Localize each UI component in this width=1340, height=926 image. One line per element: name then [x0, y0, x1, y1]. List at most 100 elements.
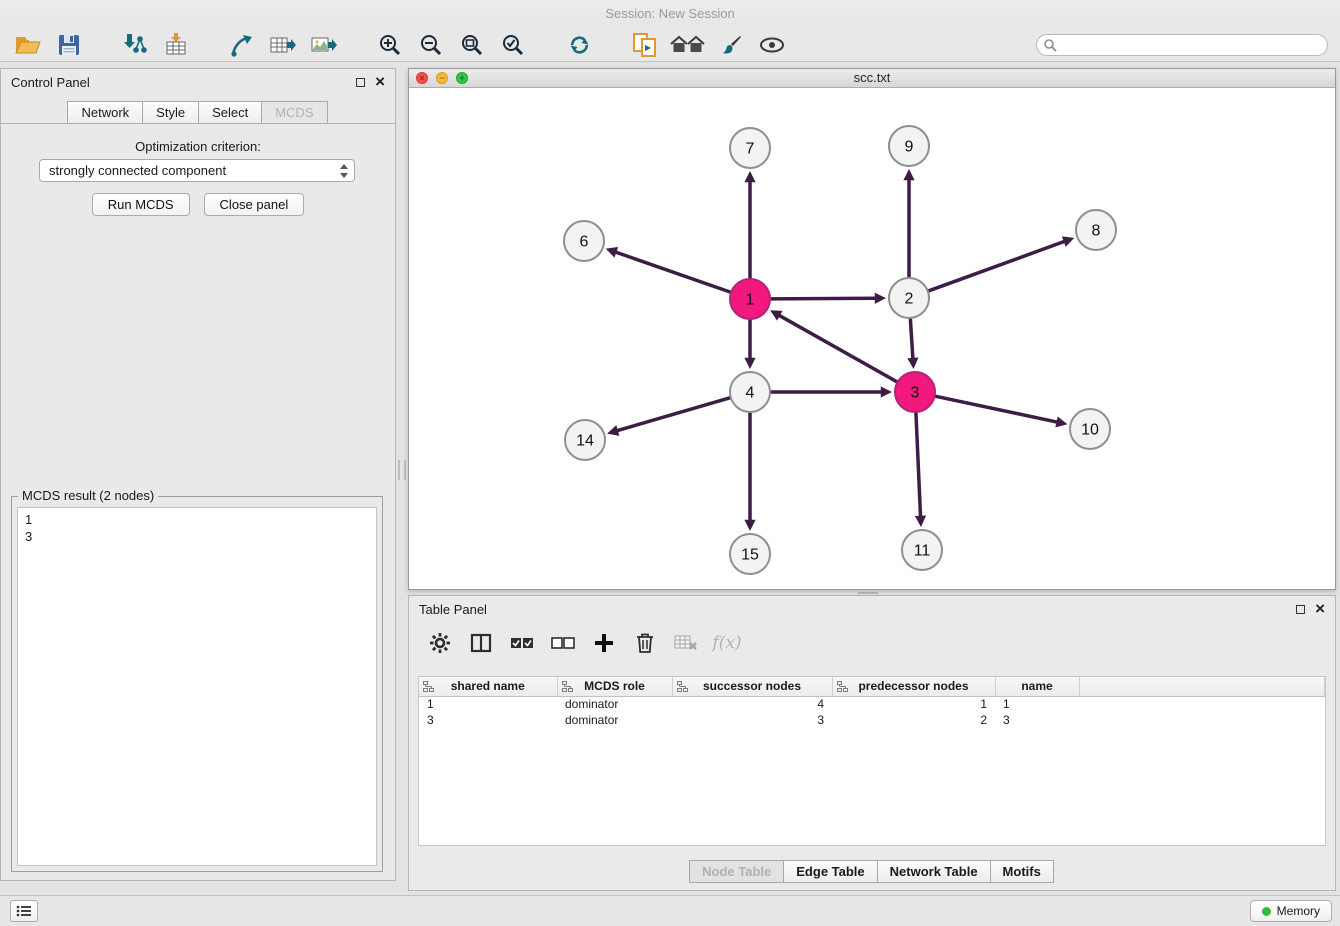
zoom-in-button[interactable] [374, 29, 406, 61]
apply-function-button[interactable]: f(x) [714, 630, 740, 656]
table-cell[interactable]: 1 [419, 696, 557, 712]
network-window-titlebar[interactable]: × − + scc.txt [409, 69, 1335, 88]
tab-motifs[interactable]: Motifs [990, 860, 1054, 883]
refresh-view-button[interactable] [563, 29, 595, 61]
graph-node-4[interactable]: 4 [730, 372, 770, 412]
network-view-window: × − + scc.txt 7 9 6 8 1 2 4 3 14 10 15 11 [408, 68, 1336, 590]
graph-node-1[interactable]: 1 [730, 279, 770, 319]
zoom-selected-button[interactable] [497, 29, 529, 61]
mcds-result-text[interactable]: 13 [17, 507, 377, 866]
tab-network[interactable]: Network [67, 101, 143, 123]
table-cell[interactable]: 4 [672, 696, 832, 712]
column-header-successor-nodes[interactable]: successor nodes [672, 677, 832, 696]
graph-node-7[interactable]: 7 [730, 128, 770, 168]
panel-menu-button[interactable] [10, 900, 38, 922]
float-table-panel-icon[interactable] [1296, 605, 1305, 614]
close-panel-button[interactable]: Close panel [204, 193, 305, 216]
table-cell[interactable]: 3 [419, 712, 557, 728]
unselect-all-columns-button[interactable] [550, 630, 576, 656]
table-cell[interactable]: 3 [995, 712, 1079, 728]
table-cell[interactable]: 2 [832, 712, 995, 728]
graph-edge-3-11[interactable] [916, 412, 921, 518]
export-network-button[interactable] [226, 29, 258, 61]
home-button[interactable] [670, 29, 706, 61]
window-title: Session: New Session [605, 6, 734, 21]
import-network-button[interactable] [119, 29, 151, 61]
graph-edge-3-10[interactable] [935, 396, 1059, 422]
column-header-mcds-role[interactable]: MCDS role [557, 677, 672, 696]
select-all-columns-button[interactable] [509, 630, 535, 656]
column-header-name[interactable]: name [995, 677, 1079, 696]
float-panel-icon[interactable] [356, 78, 365, 87]
table-cell[interactable]: 1 [995, 696, 1079, 712]
table-header-row: shared name MCDS role successor nodes pr… [419, 677, 1325, 696]
memory-button[interactable]: Memory [1250, 900, 1332, 922]
table-cell[interactable]: dominator [557, 712, 672, 728]
svg-text:10: 10 [1081, 422, 1099, 439]
table-panel: Table Panel × f(x) [408, 595, 1336, 891]
tab-node-table[interactable]: Node Table [689, 860, 784, 883]
add-column-button[interactable] [591, 630, 617, 656]
open-folder-icon [15, 33, 41, 57]
graph-canvas[interactable]: 7 9 6 8 1 2 4 3 14 10 15 11 [409, 88, 1335, 589]
column-header-shared-name[interactable]: shared name [419, 677, 557, 696]
table-cell[interactable]: dominator [557, 696, 672, 712]
tab-style[interactable]: Style [142, 101, 199, 123]
clone-network-button[interactable] [629, 29, 661, 61]
delete-column-button[interactable] [632, 630, 658, 656]
maximize-window-icon[interactable]: + [456, 72, 468, 84]
graph-node-15[interactable]: 15 [730, 534, 770, 574]
import-table-icon [164, 33, 188, 57]
graph-node-14[interactable]: 14 [565, 420, 605, 460]
graph-node-2[interactable]: 2 [889, 278, 929, 318]
close-table-panel-icon[interactable]: × [1315, 603, 1325, 615]
table-row[interactable]: 1dominator411 [419, 696, 1325, 712]
minimize-window-icon[interactable]: − [436, 72, 448, 84]
search-box[interactable] [1036, 34, 1328, 56]
export-table-button[interactable] [267, 29, 299, 61]
graph-node-11[interactable]: 11 [902, 530, 942, 570]
zoom-out-button[interactable] [415, 29, 447, 61]
close-window-icon[interactable]: × [416, 72, 428, 84]
search-input[interactable] [1036, 34, 1328, 56]
graph-edge-1-2[interactable] [770, 298, 877, 299]
svg-text:14: 14 [576, 433, 594, 450]
run-mcds-button[interactable]: Run MCDS [92, 193, 190, 216]
graph-edge-4-14[interactable] [616, 398, 731, 432]
delete-table-button[interactable] [673, 630, 699, 656]
list-menu-icon [16, 905, 32, 917]
table-cell[interactable]: 1 [832, 696, 995, 712]
graph-node-8[interactable]: 8 [1076, 210, 1116, 250]
tab-mcds[interactable]: MCDS [261, 101, 327, 123]
graph-edge-3-1[interactable] [778, 315, 898, 383]
style-button[interactable] [715, 29, 747, 61]
column-header-predecessor-nodes[interactable]: predecessor nodes [832, 677, 995, 696]
split-columns-button[interactable] [468, 630, 494, 656]
tab-network-table[interactable]: Network Table [877, 860, 991, 883]
graph-node-6[interactable]: 6 [564, 221, 604, 261]
graph-node-9[interactable]: 9 [889, 126, 929, 166]
export-image-button[interactable] [308, 29, 340, 61]
import-table-button[interactable] [160, 29, 192, 61]
zoom-fit-button[interactable] [456, 29, 488, 61]
save-session-button[interactable] [53, 29, 85, 61]
table-row[interactable]: 3dominator323 [419, 712, 1325, 728]
table-settings-button[interactable] [427, 630, 453, 656]
graph-edge-2-3[interactable] [910, 318, 913, 360]
graph-edge-2-8[interactable] [928, 241, 1066, 291]
graph-edge-1-6[interactable] [614, 252, 731, 293]
graph-node-3[interactable]: 3 [895, 372, 935, 412]
mcds-result-group: MCDS result (2 nodes) 13 [11, 496, 383, 872]
tab-edge-table[interactable]: Edge Table [783, 860, 877, 883]
show-hide-button[interactable] [756, 29, 788, 61]
vertical-splitter-handle[interactable] [398, 460, 406, 480]
svg-text:1: 1 [746, 292, 755, 309]
table-cell[interactable]: 3 [672, 712, 832, 728]
criterion-dropdown[interactable]: strongly connected component [39, 159, 355, 182]
control-panel-header: Control Panel × [1, 69, 395, 95]
column-header-filler [1079, 677, 1325, 696]
open-session-button[interactable] [12, 29, 44, 61]
graph-node-10[interactable]: 10 [1070, 409, 1110, 449]
tab-select[interactable]: Select [198, 101, 262, 123]
close-panel-icon[interactable]: × [375, 76, 385, 88]
